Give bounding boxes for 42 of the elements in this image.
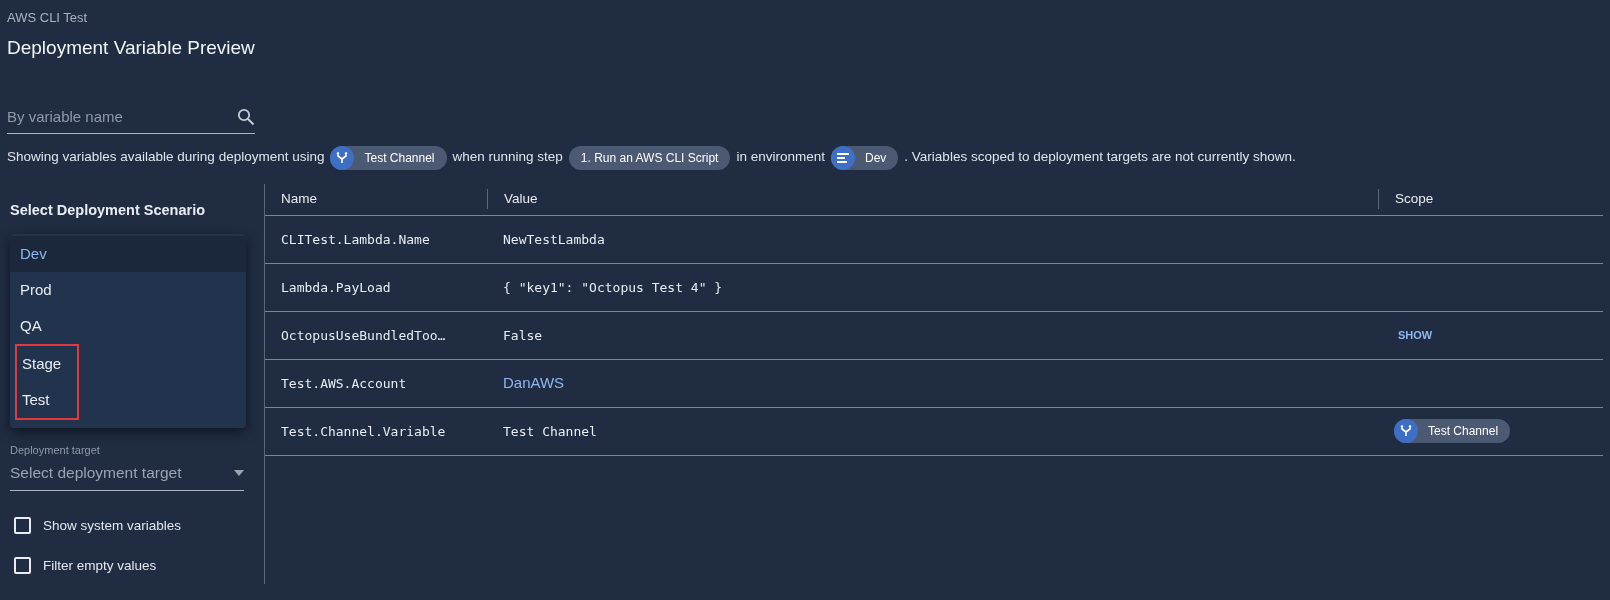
table-cell: False [503,327,543,343]
checkbox-label: Filter empty values [43,556,157,575]
show-button[interactable]: SHOW [1394,325,1437,346]
summary-text: Showing variables available during deployment using [7,148,325,167]
table-cell: NewTestLambda [503,231,605,247]
summary-text: in environment [736,148,825,167]
search-field[interactable]: By variable name [7,106,237,129]
column-header[interactable]: Scope [1395,190,1434,206]
checkbox-label: Show system variables [43,516,182,535]
step-chip[interactable]: 1. Run an AWS CLI Script [568,145,731,170]
menu-item[interactable]: Dev [10,235,246,272]
section-title: Select Deployment Scenario [10,200,206,220]
fork-icon [336,151,349,164]
project-name: AWS CLI Test [7,9,89,27]
summary-text: . Variables scoped to deployment targets are not currently shown. [904,148,1296,167]
table-cell: CLITest.Lambda.Name [281,231,430,247]
field-label: Deployment target [10,442,101,458]
table-cell: { "key1": "Octopus Test 4" } [503,279,723,295]
select-field[interactable]: Select deployment target [10,458,244,492]
column-header[interactable]: Value [504,190,538,206]
checkbox[interactable] [14,517,31,535]
menu-item[interactable]: Stage [17,345,77,382]
account-link[interactable]: DanAWS [503,373,565,391]
fork-icon [1400,425,1412,437]
environment-chip[interactable]: Dev [831,145,899,170]
search-icon[interactable] [237,108,255,127]
page-title: Deployment Variable Preview [7,35,256,60]
column-header[interactable]: Name [281,190,317,206]
menu-item[interactable]: QA [10,307,246,344]
summary-text: when running step [452,148,563,167]
table-cell: Test.Channel.Variable [281,423,446,439]
table-cell: Test Channel [503,423,597,439]
list-icon [837,152,849,163]
checkbox[interactable] [14,557,31,575]
menu-item[interactable]: Prod [10,271,246,308]
channel-chip[interactable]: Test Channel [330,145,447,170]
channel-chip[interactable]: Test Channel [1394,419,1511,443]
menu-item[interactable]: Test [17,381,77,418]
table-cell: Test.AWS.Account [281,375,407,391]
table-cell: Lambda.PayLoad [281,279,391,295]
caret-icon [234,469,244,476]
table-cell: OctopusUseBundledToo… [281,327,446,343]
